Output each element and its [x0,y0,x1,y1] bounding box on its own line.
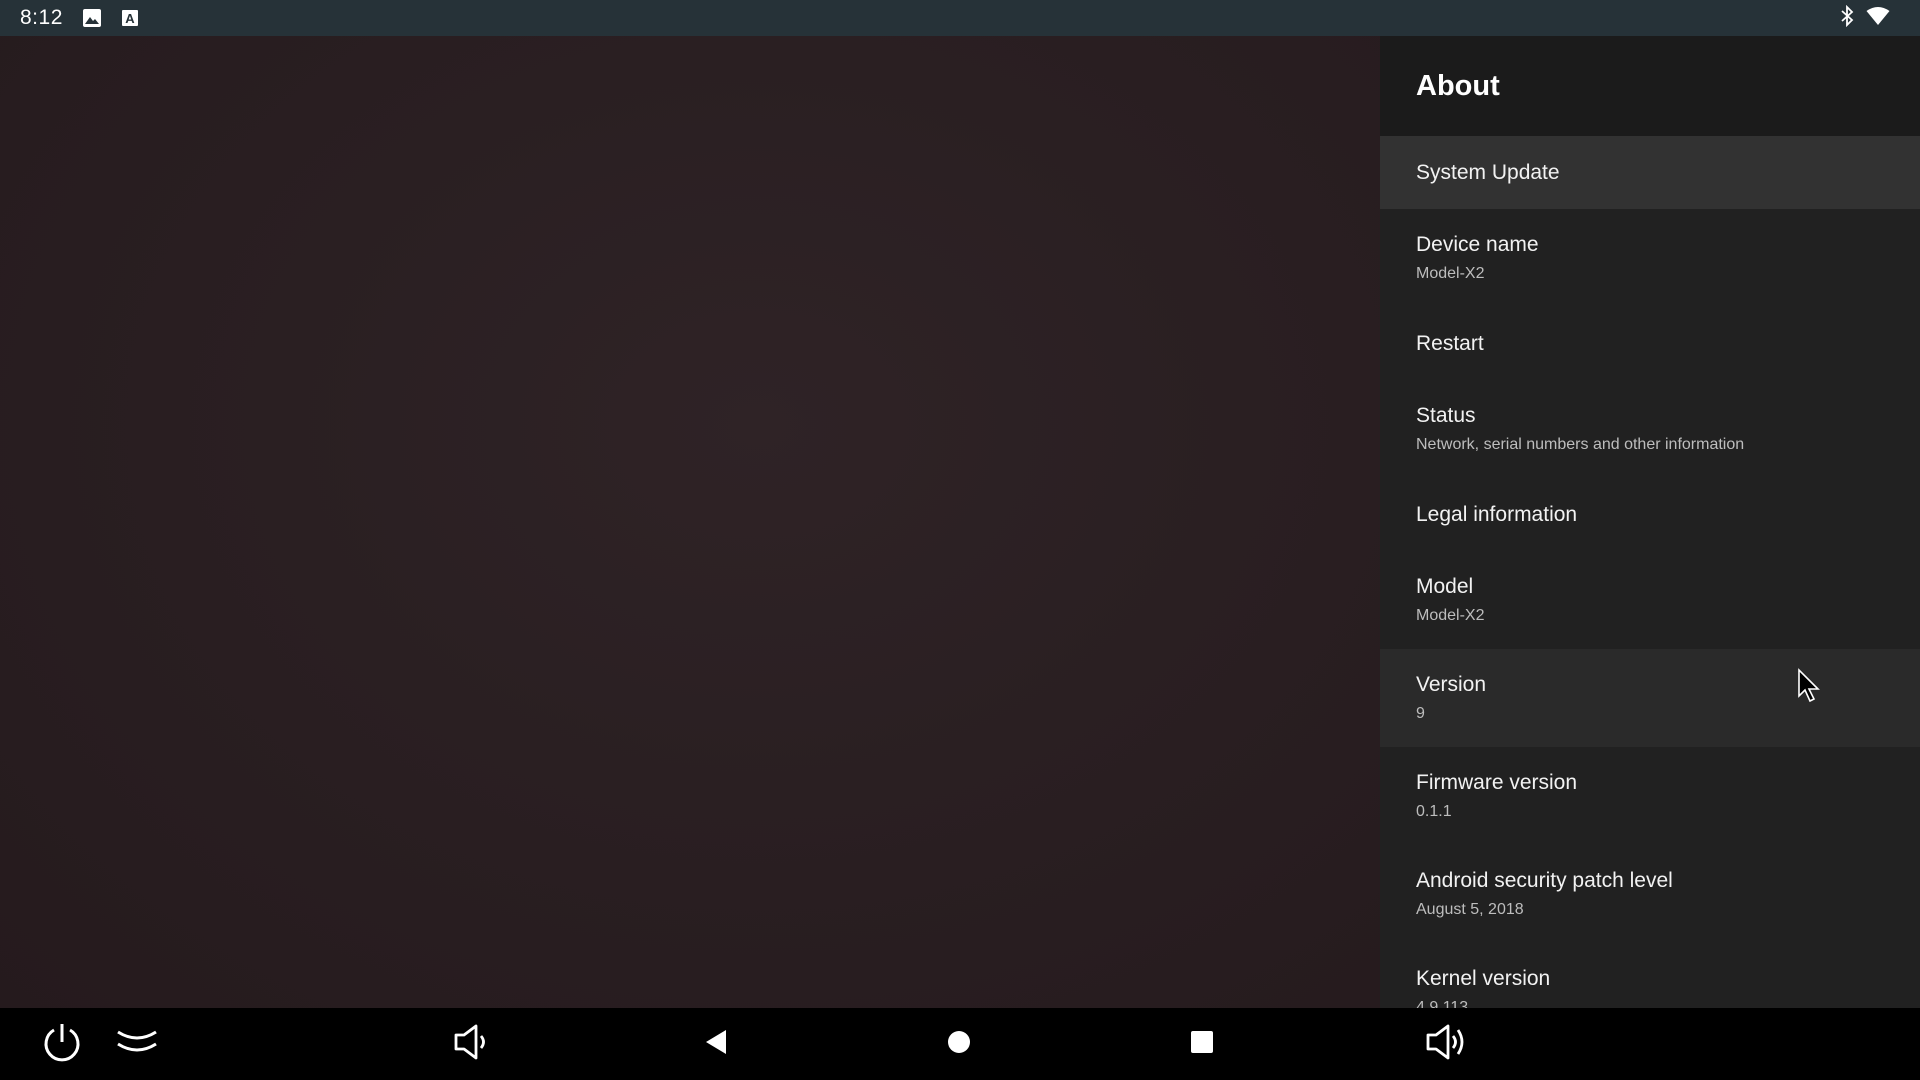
back-button[interactable] [680,1008,752,1080]
item-subtitle: Model-X2 [1416,607,1485,624]
item-title: Device name [1416,233,1539,256]
page-title: About [1416,69,1500,102]
item-title: Android security patch level [1416,869,1673,892]
home-button[interactable] [923,1008,995,1080]
bluetooth-icon [1840,4,1854,32]
item-title: Kernel version [1416,967,1551,990]
panel-header: About [1380,36,1920,136]
item-title: Restart [1416,331,1484,355]
navigation-bar [0,1008,1920,1080]
about-settings-panel: About System Update Device name Model-X2… [1380,36,1920,1008]
settings-item-firmware-version[interactable]: Firmware version 0.1.1 [1380,747,1920,845]
android-tv-screen: 8:12 A About System Update Device name M… [0,0,1920,1080]
settings-item-legal-information[interactable]: Legal information [1380,478,1920,551]
volume-up-icon [1424,1022,1468,1067]
settings-item-restart[interactable]: Restart [1380,307,1920,380]
power-button[interactable] [26,1008,98,1080]
volume-down-icon [452,1022,492,1067]
image-icon [81,7,103,29]
settings-item-device-name[interactable]: Device name Model-X2 [1380,209,1920,307]
settings-item-status[interactable]: Status Network, serial numbers and other… [1380,380,1920,478]
svg-text:A: A [125,11,135,26]
settings-item-model[interactable]: Model Model-X2 [1380,551,1920,649]
settings-item-kernel-version[interactable]: Kernel version 4.9.113 [1380,943,1920,1008]
settings-item-system-update[interactable]: System Update [1380,136,1920,209]
status-right-icons [1840,0,1890,36]
status-time: 8:12 [20,6,63,29]
wifi-icon [1866,6,1890,31]
status-bar: 8:12 A [0,0,1920,36]
wallpaper-background [0,36,1380,1008]
mouse-pointer-icon [1797,668,1821,704]
item-subtitle: Network, serial numbers and other inform… [1416,436,1745,453]
item-subtitle: August 5, 2018 [1416,901,1524,918]
item-title: Version [1416,673,1487,696]
notifications-collapse-button[interactable] [101,1008,173,1080]
back-icon [702,1028,730,1061]
home-icon [946,1029,972,1060]
recents-icon [1189,1029,1215,1060]
item-title: System Update [1416,160,1560,184]
notifications-collapse-icon [115,1024,159,1065]
power-icon [40,1020,84,1069]
item-title: Legal information [1416,502,1578,526]
volume-down-button[interactable] [436,1008,508,1080]
item-title: Firmware version [1416,771,1578,794]
item-title: Model [1416,575,1474,598]
recents-button[interactable] [1166,1008,1238,1080]
item-subtitle: 0.1.1 [1416,803,1452,820]
item-subtitle: 4.9.113 [1416,999,1469,1008]
settings-item-version[interactable]: Version 9 [1380,649,1920,747]
item-subtitle: Model-X2 [1416,265,1485,282]
a-box-icon: A [119,7,141,29]
item-subtitle: 9 [1416,705,1425,722]
settings-item-security-patch-level[interactable]: Android security patch level August 5, 2… [1380,845,1920,943]
volume-up-button[interactable] [1410,1008,1482,1080]
item-title: Status [1416,404,1476,427]
